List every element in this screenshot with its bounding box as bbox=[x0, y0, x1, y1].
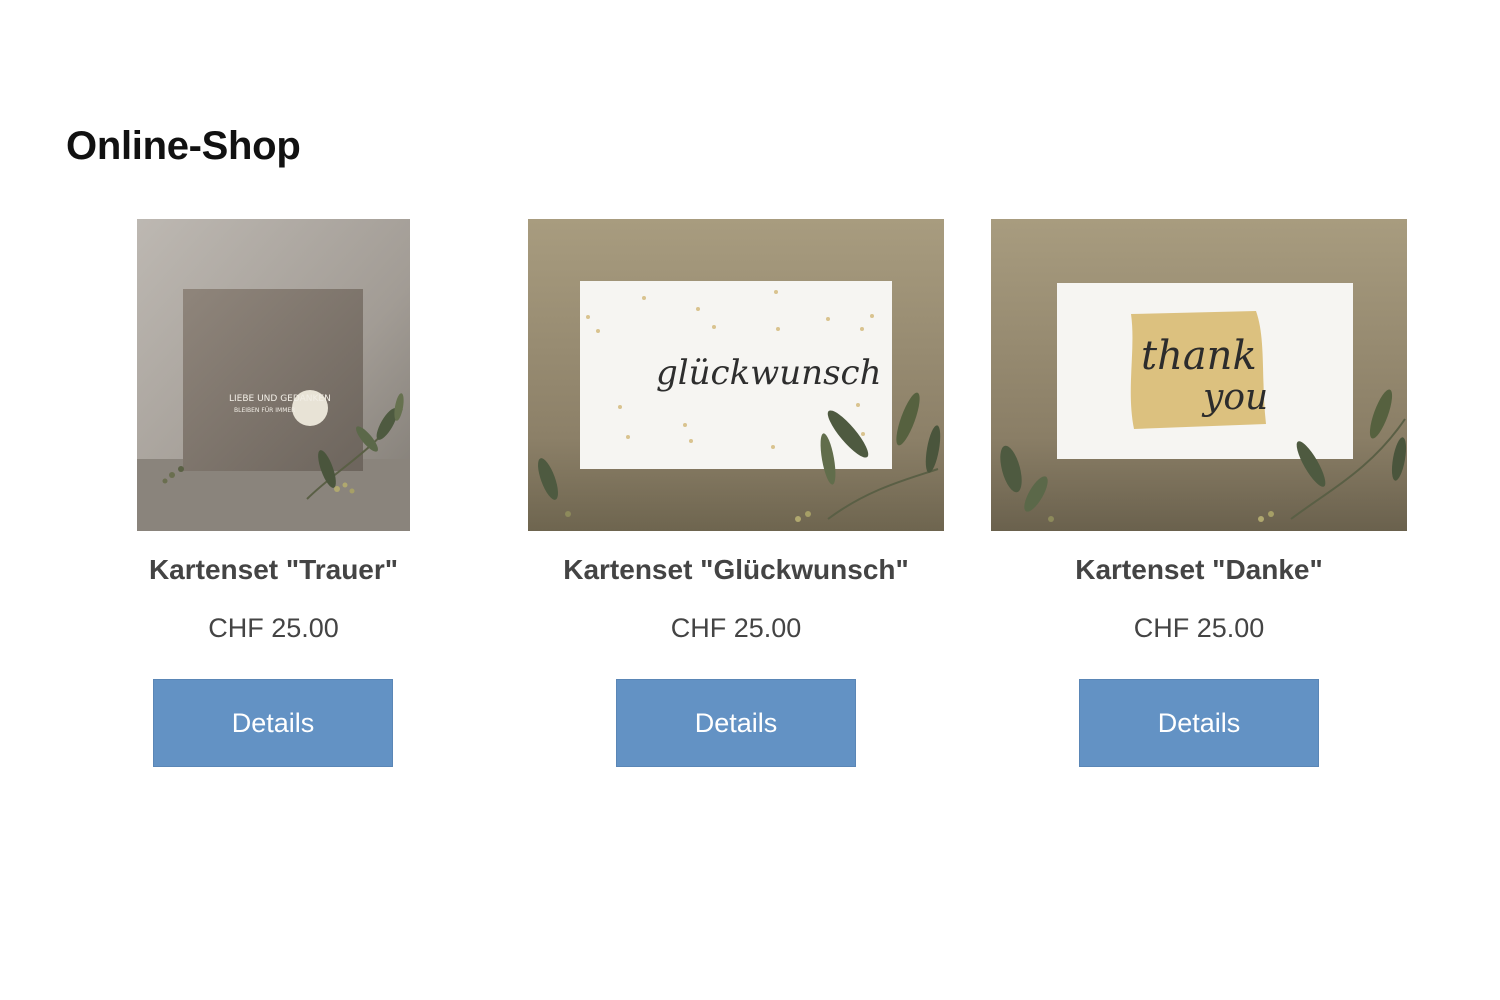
card-photo-trauer: LIEBE UND GEDANKEN BLEIBEN FÜR IMMER bbox=[137, 219, 410, 531]
details-button-glueckwunsch[interactable]: Details bbox=[616, 679, 856, 767]
page-title: Online-Shop bbox=[66, 124, 301, 168]
product-name[interactable]: Kartenset "Trauer" bbox=[137, 554, 410, 586]
product-price: CHF 25.00 bbox=[1133, 613, 1265, 643]
product-name[interactable]: Kartenset "Glückwunsch" bbox=[528, 554, 944, 586]
card-text-glueckwunsch: glückwunsch bbox=[656, 353, 881, 393]
product-name[interactable]: Kartenset "Danke" bbox=[991, 554, 1407, 586]
details-button-danke[interactable]: Details bbox=[1079, 679, 1319, 767]
card-photo-danke: thank you bbox=[991, 219, 1407, 531]
card-text-trauer-2: BLEIBEN FÜR IMMER bbox=[234, 407, 295, 414]
product-price: CHF 25.00 bbox=[208, 613, 339, 643]
product-image-danke[interactable]: thank you bbox=[991, 219, 1407, 531]
details-button-trauer[interactable]: Details bbox=[153, 679, 393, 767]
product-image-glueckwunsch[interactable]: glückwunsch bbox=[528, 219, 944, 531]
card-text-trauer-1: LIEBE UND GEDANKEN bbox=[229, 394, 331, 404]
product-image-trauer[interactable]: LIEBE UND GEDANKEN BLEIBEN FÜR IMMER bbox=[137, 219, 410, 531]
product-price: CHF 25.00 bbox=[670, 613, 802, 643]
card-photo-glueckwunsch: glückwunsch bbox=[528, 219, 944, 531]
card-text-danke-1: thank bbox=[1141, 333, 1257, 379]
card-text-danke-2: you bbox=[1201, 377, 1268, 418]
